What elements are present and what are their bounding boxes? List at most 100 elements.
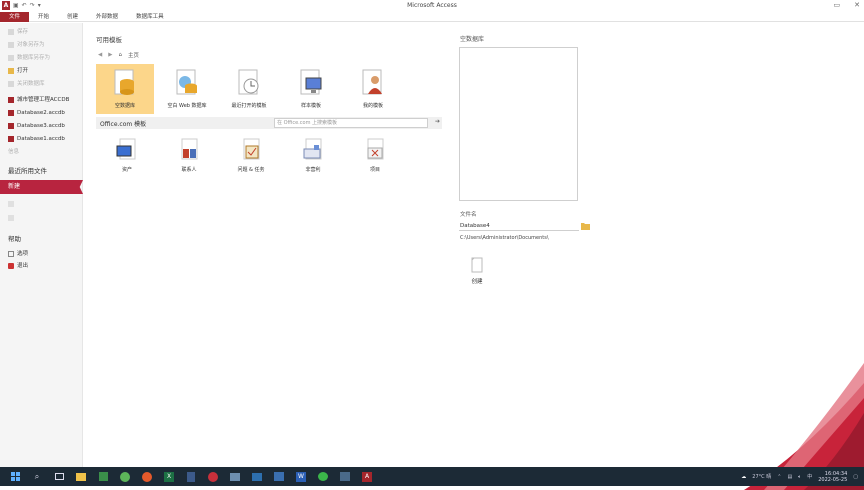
nav-exit[interactable]: 退出 <box>0 261 83 271</box>
network-icon[interactable]: ▤ <box>787 474 792 480</box>
recent-file-1[interactable]: 城市管理工程ACCDB <box>0 95 83 105</box>
nav-save-object-as[interactable]: 对象另存为 <box>0 40 83 50</box>
tab-file[interactable]: 文件 <box>0 11 30 22</box>
available-templates-heading: 可用模板 <box>96 36 122 44</box>
contacts-icon <box>176 137 202 163</box>
ime-icon[interactable]: 中 <box>807 473 812 480</box>
tab-database-tools[interactable]: 数据库工具 <box>127 12 173 22</box>
recent-file-3[interactable]: Database3.accdb <box>0 121 83 131</box>
store-icon[interactable] <box>96 470 110 484</box>
template-label: 样本模板 <box>300 103 321 109</box>
blank-web-database-icon <box>173 68 201 98</box>
create-button[interactable]: 创建 <box>464 257 490 293</box>
media-player-icon[interactable] <box>140 470 154 484</box>
options-icon <box>8 251 14 257</box>
template-sample[interactable]: 样本模板 <box>282 64 340 114</box>
home-icon[interactable]: ⌂ <box>118 52 122 58</box>
task-view-icon[interactable] <box>52 470 66 484</box>
nav-save-publish-placeholder[interactable] <box>0 213 83 223</box>
office-template-assets[interactable]: 资产 <box>98 135 156 179</box>
access-taskbar-icon[interactable]: A <box>360 470 374 484</box>
photos-icon[interactable] <box>228 470 242 484</box>
word-icon[interactable]: W <box>294 470 308 484</box>
nav-print-placeholder[interactable] <box>0 199 83 209</box>
create-icon <box>471 257 483 273</box>
template-label: 问题 & 任务 <box>237 167 265 173</box>
database-file-icon <box>8 123 14 129</box>
template-label: 项目 <box>369 167 380 173</box>
backstage-nav: 保存 对象另存为 数据库另存为 打开 关闭数据库 城市管理工程ACCDB Dat… <box>0 23 83 467</box>
nav-save-object-as-label: 对象另存为 <box>17 42 45 48</box>
system-tray: ☁ 27°C 晴 ⌃ ▤ 🔈︎ 中 16:04:34 2022-05-25 ▢ <box>741 467 858 486</box>
chrome-icon[interactable] <box>118 470 132 484</box>
tab-home[interactable]: 开始 <box>29 12 58 22</box>
office-template-issues[interactable]: 问题 & 任务 <box>222 135 280 179</box>
office-template-projects[interactable]: 项目 <box>346 135 404 179</box>
search-go-icon[interactable]: ➔ <box>435 118 440 125</box>
nav-help-heading[interactable]: 帮助 <box>8 233 21 243</box>
template-label: 空白 Web 数据库 <box>167 103 207 109</box>
notification-icon[interactable]: ▢ <box>853 474 858 480</box>
save-icon <box>8 29 14 35</box>
editor-icon[interactable] <box>272 470 286 484</box>
office-template-row: 资产 联系人 问题 & 任务 非营利 项目 <box>96 135 442 179</box>
back-arrow-icon[interactable]: ◀ <box>98 52 102 58</box>
taskbar: ⌕ X W A ☁ 27°C 晴 ⌃ ▤ 🔈︎ 中 16:04:34 2022-… <box>0 467 864 486</box>
nav-save[interactable]: 保存 <box>0 27 83 37</box>
filename-input[interactable]: Database4 <box>459 221 579 231</box>
template-blank-database[interactable]: 空数据库 <box>96 64 154 114</box>
recent-file-4[interactable]: Database1.accdb <box>0 134 83 144</box>
nav-close-database[interactable]: 关闭数据库 <box>0 79 83 89</box>
title-bar: A ▣ ↶ ↷ ▾ Microsoft Access ▭ ✕ <box>0 0 864 12</box>
file-explorer-icon[interactable] <box>74 470 88 484</box>
restore-button[interactable]: ▭ <box>834 1 841 9</box>
nav-open-label: 打开 <box>17 68 29 74</box>
template-label: 空数据库 <box>114 103 135 109</box>
volume-icon[interactable]: 🔈︎ <box>798 474 801 480</box>
wechat-icon[interactable] <box>316 470 330 484</box>
template-blank-web-database[interactable]: 空白 Web 数据库 <box>158 64 216 114</box>
forward-arrow-icon[interactable]: ▶ <box>108 52 112 58</box>
recent-file-1-label: 城市管理工程ACCDB <box>17 97 70 103</box>
database-file-icon <box>8 136 14 142</box>
nav-save-database-as[interactable]: 数据库另存为 <box>0 53 83 63</box>
nav-new[interactable]: 新建 <box>0 180 83 194</box>
template-recent[interactable]: 最近打开的模板 <box>220 64 278 114</box>
sample-templates-icon <box>297 68 325 98</box>
template-label: 联系人 <box>181 167 197 173</box>
window-title: Microsoft Access <box>407 2 457 9</box>
office-templates-title: Office.com 模板 <box>100 121 147 128</box>
weather-text: 27°C 晴 <box>752 474 772 480</box>
tab-external-data[interactable]: 外部数据 <box>87 12 127 22</box>
recent-file-2[interactable]: Database2.accdb <box>0 108 83 118</box>
nav-recent-heading[interactable]: 最近所用文件 <box>8 165 47 175</box>
tray-arrow-icon[interactable]: ⌃ <box>777 474 781 480</box>
browse-folder-icon[interactable] <box>581 222 590 230</box>
terminal-icon[interactable] <box>250 470 264 484</box>
tab-create[interactable]: 创建 <box>58 12 87 22</box>
office-template-contacts[interactable]: 联系人 <box>160 135 218 179</box>
template-mine[interactable]: 我的模板 <box>344 64 402 114</box>
publish-icon <box>8 215 14 221</box>
template-label: 我的模板 <box>362 103 383 109</box>
nav-options[interactable]: 选项 <box>0 249 83 259</box>
search-icon[interactable]: ⌕ <box>30 470 44 484</box>
nav-open[interactable]: 打开 <box>0 66 83 76</box>
breadcrumb-home[interactable]: 主页 <box>128 51 139 59</box>
netease-music-icon[interactable] <box>206 470 220 484</box>
weather-icon[interactable]: ☁ <box>741 474 746 480</box>
office-template-nonprofit[interactable]: 非营利 <box>284 135 342 179</box>
clock[interactable]: 16:04:34 2022-05-25 <box>818 471 847 483</box>
office-search-input[interactable]: 在 Office.com 上搜索模板 <box>274 118 428 128</box>
tool-icon[interactable] <box>338 470 352 484</box>
calculator-icon[interactable] <box>184 470 198 484</box>
filename-label: 文件名 <box>460 212 477 218</box>
nav-close-database-label: 关闭数据库 <box>17 81 45 87</box>
nav-info[interactable]: 信息 <box>0 147 83 157</box>
windows-start-icon[interactable] <box>8 470 22 484</box>
assets-icon <box>114 137 140 163</box>
close-button[interactable]: ✕ <box>854 1 860 9</box>
template-label: 资产 <box>121 167 132 173</box>
template-label: 非营利 <box>305 167 321 173</box>
excel-icon[interactable]: X <box>162 470 176 484</box>
